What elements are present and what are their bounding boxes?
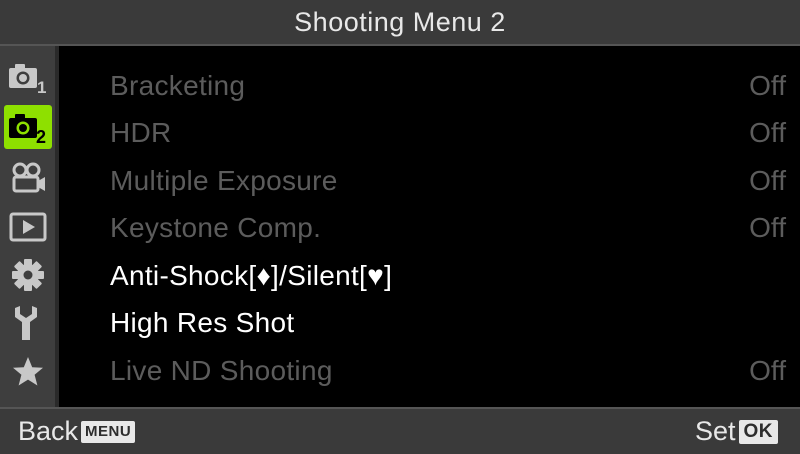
- set-hint[interactable]: Set OK: [695, 416, 778, 447]
- wrench-icon: [15, 306, 37, 340]
- tab-badge: 2: [36, 127, 46, 144]
- menu-item-label: Multiple Exposure: [110, 165, 338, 196]
- menu-list: Bracketing Off HDR Off Multiple Exposure…: [82, 46, 800, 407]
- menu-item-value: Off: [749, 70, 786, 101]
- ok-key-badge: OK: [738, 419, 778, 444]
- playback-icon: [9, 212, 47, 242]
- menu-item-anti-shock-silent[interactable]: Anti-Shock[♦]/Silent[♥]: [82, 256, 800, 300]
- menu-item-hdr[interactable]: HDR Off: [82, 113, 800, 157]
- menu-tab-sidebar: 1 2: [0, 46, 59, 407]
- gear-icon: [12, 259, 44, 291]
- star-icon: [13, 357, 43, 386]
- set-label: Set: [694, 416, 736, 446]
- tab-video-menu[interactable]: [4, 156, 52, 200]
- menu-item-label: Keystone Comp.: [110, 212, 322, 243]
- menu-item-label: HDR: [110, 117, 172, 148]
- tab-playback-menu[interactable]: [4, 205, 52, 249]
- menu-item-label: Live ND Shooting: [110, 355, 333, 386]
- tab-badge: 1: [37, 78, 46, 94]
- tab-setup-menu[interactable]: [4, 301, 52, 345]
- camera-1-icon: 1: [9, 64, 46, 94]
- menu-item-keystone-comp[interactable]: Keystone Comp. Off: [82, 208, 800, 252]
- menu-item-value: Off: [749, 212, 786, 243]
- menu-scrollbar: [59, 46, 81, 407]
- title-bar: Shooting Menu 2: [0, 0, 800, 46]
- menu-item-value: Off: [749, 117, 786, 148]
- menu-item-live-nd-shooting[interactable]: Live ND Shooting Off: [82, 351, 800, 395]
- menu-key-badge: MENU: [81, 420, 136, 443]
- back-hint[interactable]: Back MENU: [18, 416, 136, 447]
- menu-item-multiple-exposure[interactable]: Multiple Exposure Off: [82, 161, 800, 205]
- button-guide-bar: Back MENU Set OK: [0, 407, 800, 454]
- menu-item-value: Off: [749, 355, 786, 386]
- menu-item-label: Anti-Shock[♦]/Silent[♥]: [110, 260, 393, 291]
- page-title: Shooting Menu 2: [294, 6, 506, 37]
- menu-item-high-res-shot[interactable]: High Res Shot: [82, 303, 800, 347]
- tab-my-menu[interactable]: [4, 350, 52, 394]
- back-label: Back: [18, 416, 79, 446]
- tab-shooting-menu-1[interactable]: 1: [4, 55, 52, 99]
- menu-item-label: Bracketing: [110, 70, 246, 101]
- camera-menu-screen: Shooting Menu 2 1 2 Bracketing Off HDR O…: [0, 0, 800, 454]
- menu-item-label: High Res Shot: [110, 307, 295, 338]
- menu-item-value: Off: [749, 165, 786, 196]
- menu-item-bracketing[interactable]: Bracketing Off: [82, 66, 800, 110]
- video-camera-icon: [12, 162, 45, 193]
- tab-shooting-menu-2[interactable]: 2: [4, 105, 52, 149]
- camera-2-icon: 2: [9, 114, 46, 144]
- tab-custom-menu[interactable]: [4, 253, 52, 297]
